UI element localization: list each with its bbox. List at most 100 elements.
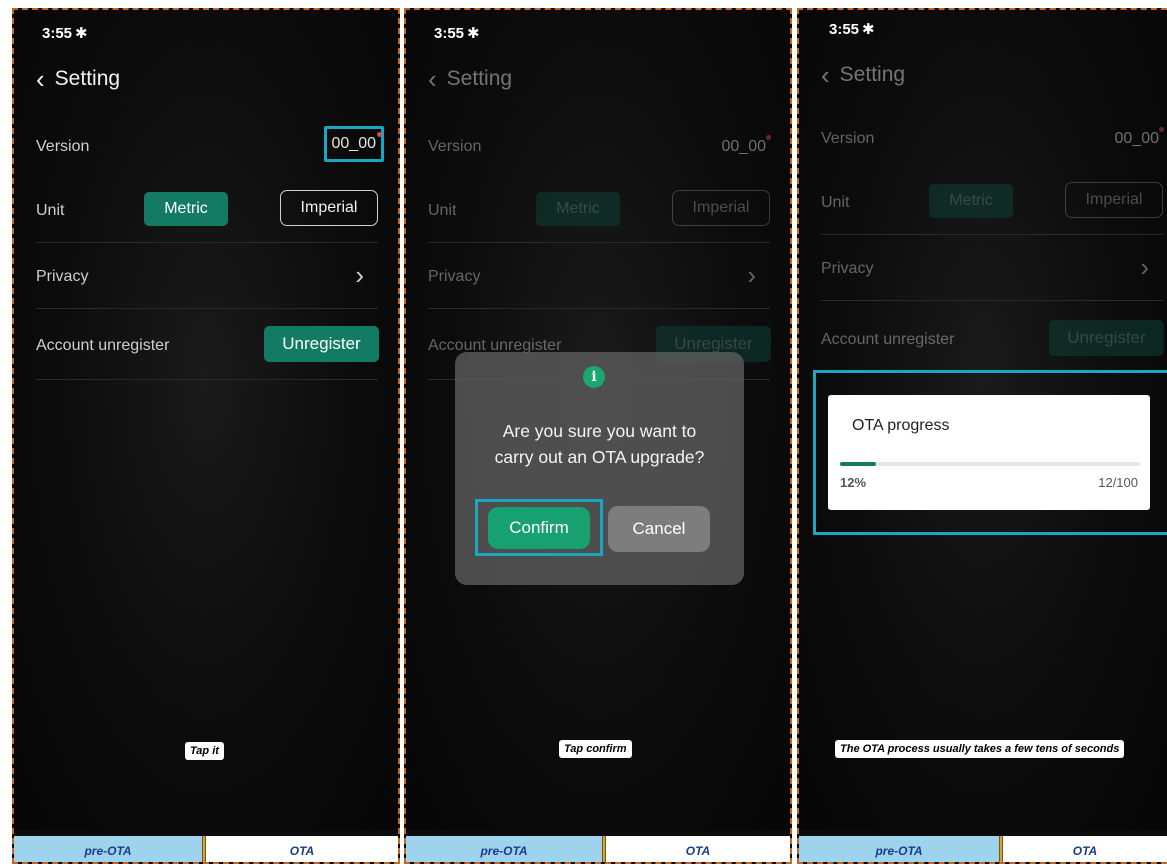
- divider: [428, 308, 770, 309]
- version-value[interactable]: 00_00: [323, 126, 384, 162]
- chevron-right-icon: ›: [1140, 252, 1149, 282]
- confirm-button[interactable]: Confirm: [488, 507, 590, 549]
- version-label: Version: [428, 138, 482, 155]
- version-value[interactable]: 00_00: [1111, 124, 1164, 154]
- privacy-row[interactable]: Privacy ›: [821, 248, 1163, 288]
- tab-ota: OTA: [1003, 836, 1167, 862]
- dialog-message: Are you sure you want to carry out an OT…: [465, 418, 734, 470]
- ota-progress-count: 12/100: [1098, 475, 1138, 490]
- ota-progress-card: OTA progress 12% 12/100: [828, 395, 1150, 510]
- unit-label: Unit: [36, 202, 65, 219]
- tab-pre-ota: pre-OTA: [14, 836, 202, 862]
- version-text: 00_00: [1114, 130, 1160, 147]
- account-label: Account unregister: [36, 337, 170, 354]
- divider: [428, 242, 770, 243]
- page-title: Setting: [839, 63, 906, 86]
- back-arrow-icon[interactable]: ‹: [428, 66, 437, 92]
- ota-progress-highlight: OTA progress 12% 12/100: [813, 370, 1167, 535]
- imperial-button[interactable]: Imperial: [280, 190, 378, 226]
- page-header: ‹ Setting: [428, 66, 512, 92]
- divider: [821, 300, 1163, 301]
- step-tabbar: pre-OTA OTA: [14, 836, 398, 862]
- chevron-right-icon: ›: [747, 260, 756, 290]
- version-row: Version 00_00: [821, 124, 1164, 156]
- dialog-message-line2: carry out an OTA upgrade?: [494, 447, 705, 467]
- update-dot-icon: [766, 135, 771, 140]
- imperial-button[interactable]: Imperial: [672, 190, 770, 226]
- divider: [36, 308, 378, 309]
- account-row: Account unregister Unregister: [36, 326, 379, 366]
- status-bar: 3:55 ✱: [42, 24, 88, 42]
- divider: [36, 379, 378, 380]
- unregister-button[interactable]: Unregister: [264, 326, 379, 362]
- page-header: ‹ Setting: [821, 62, 905, 88]
- account-label: Account unregister: [821, 331, 955, 348]
- caption: The OTA process usually takes a few tens…: [835, 740, 1125, 758]
- unregister-button[interactable]: Unregister: [1049, 320, 1164, 356]
- ota-progress-title: OTA progress: [852, 417, 950, 434]
- panel-ota-progress: 3:55 ✱ ‹ Setting Version 00_00 Unit Metri…: [797, 8, 1167, 864]
- phone-screen: 3:55 ✱ ‹ Setting Version 00_00 Unit Metri…: [14, 10, 398, 830]
- status-bar: 3:55 ✱: [829, 20, 875, 38]
- status-time: 3:55: [42, 25, 73, 42]
- bluetooth-icon: ✱: [467, 25, 480, 42]
- panel-pre-ota: 3:55 ✱ ‹ Setting Version 00_00 Unit Metri…: [12, 8, 400, 864]
- step-tabbar: pre-OTA OTA: [799, 836, 1167, 862]
- account-row: Account unregister Unregister: [821, 320, 1164, 360]
- back-arrow-icon[interactable]: ‹: [821, 62, 830, 88]
- dialog-message-line1: Are you sure you want to: [502, 421, 697, 441]
- update-dot-icon: [377, 132, 382, 137]
- status-bar: 3:55 ✱: [434, 24, 480, 42]
- metric-button[interactable]: Metric: [144, 192, 228, 226]
- phone-screen: 3:55 ✱ ‹ Setting Version 00_00 Unit Metri…: [799, 10, 1167, 830]
- unit-row: Unit Metric Imperial: [36, 190, 378, 232]
- privacy-label: Privacy: [428, 268, 481, 285]
- step-tabbar: pre-OTA OTA: [406, 836, 790, 862]
- bluetooth-icon: ✱: [862, 21, 875, 38]
- version-label: Version: [36, 138, 90, 155]
- tab-pre-ota: pre-OTA: [406, 836, 602, 862]
- ota-progress-fill: [840, 462, 876, 466]
- ota-progress-percent: 12%: [840, 475, 867, 490]
- version-text: 00_00: [331, 135, 377, 152]
- phone-screen: 3:55 ✱ ‹ Setting Version 00_00 Unit Metri…: [406, 10, 790, 830]
- page-title: Setting: [54, 67, 121, 90]
- cancel-button[interactable]: Cancel: [608, 506, 710, 552]
- privacy-row[interactable]: Privacy ›: [36, 256, 378, 296]
- divider: [821, 234, 1163, 235]
- unit-row: Unit Metric Imperial: [821, 182, 1163, 224]
- info-icon: i: [583, 366, 605, 388]
- page-header: ‹ Setting: [36, 66, 120, 92]
- caption: Tap confirm: [559, 740, 632, 758]
- tab-ota: OTA: [206, 836, 398, 862]
- unit-label: Unit: [821, 194, 850, 211]
- version-label: Version: [821, 130, 875, 147]
- ota-progress-bar: [840, 462, 1140, 466]
- back-arrow-icon[interactable]: ‹: [36, 66, 45, 92]
- tab-ota: OTA: [606, 836, 790, 862]
- unit-label: Unit: [428, 202, 457, 219]
- divider: [36, 242, 378, 243]
- page-title: Setting: [446, 67, 513, 90]
- tab-pre-ota: pre-OTA: [799, 836, 999, 862]
- version-value[interactable]: 00_00: [718, 132, 771, 162]
- status-time: 3:55: [434, 25, 465, 42]
- privacy-label: Privacy: [36, 268, 89, 285]
- version-row: Version 00_00: [36, 126, 384, 164]
- version-row: Version 00_00: [428, 132, 771, 164]
- panel-confirm: 3:55 ✱ ‹ Setting Version 00_00 Unit Metri…: [404, 8, 792, 864]
- privacy-row[interactable]: Privacy ›: [428, 256, 770, 296]
- ota-confirm-dialog: i Are you sure you want to carry out an …: [455, 352, 744, 585]
- caption: Tap it: [185, 742, 224, 760]
- confirm-highlight: Confirm: [475, 499, 603, 556]
- privacy-label: Privacy: [821, 260, 874, 277]
- bluetooth-icon: ✱: [75, 25, 88, 42]
- chevron-right-icon: ›: [355, 260, 364, 290]
- imperial-button[interactable]: Imperial: [1065, 182, 1163, 218]
- update-dot-icon: [1159, 127, 1164, 132]
- metric-button[interactable]: Metric: [929, 184, 1013, 218]
- metric-button[interactable]: Metric: [536, 192, 620, 226]
- status-time: 3:55: [829, 21, 860, 38]
- unit-row: Unit Metric Imperial: [428, 190, 770, 232]
- version-text: 00_00: [721, 138, 767, 155]
